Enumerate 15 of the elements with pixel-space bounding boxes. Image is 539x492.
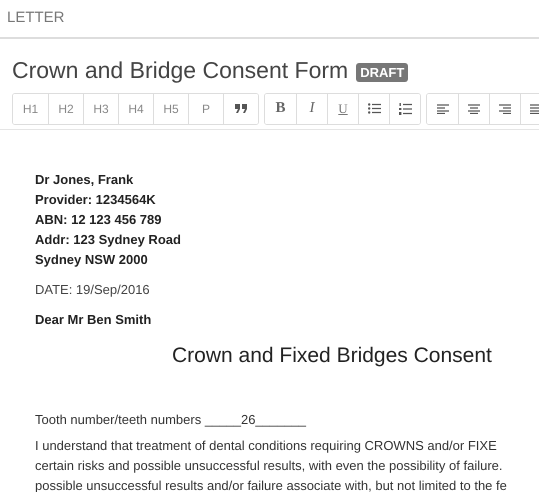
tooth-number-line: Tooth number/teeth numbers _____26_______ xyxy=(35,410,306,429)
paragraph-line: I understand that treatment of dental conditions requiring CROWNS and/or FIXE xyxy=(35,436,497,455)
letter-heading: Crown and Fixed Bridges Consent xyxy=(172,342,492,368)
salutation: Dear Mr Ben Smith xyxy=(35,310,152,328)
sender-line: Provider: 1234564K xyxy=(35,190,156,208)
sender-line: Addr: 123 Sydney Road xyxy=(35,230,181,249)
sender-line: Dr Jones, Frank xyxy=(35,170,134,188)
paragraph-line: certain risks and possible unsuccessful results, with even the possibility of failure. xyxy=(35,456,502,475)
sender-line: Sydney NSW 2000 xyxy=(35,250,148,269)
sender-line: ABN: 12 123 456 789 xyxy=(35,210,162,228)
paragraph-line: possible unsuccessful results and/or failure associate with, but not limited to the fe xyxy=(35,476,507,492)
form-title: Crown and Bridge Consent Form xyxy=(12,56,348,85)
status-badge: DRAFT xyxy=(356,62,408,82)
letter-date: DATE: 19/Sep/2016 xyxy=(35,280,150,299)
section-label: LETTER xyxy=(7,8,65,28)
